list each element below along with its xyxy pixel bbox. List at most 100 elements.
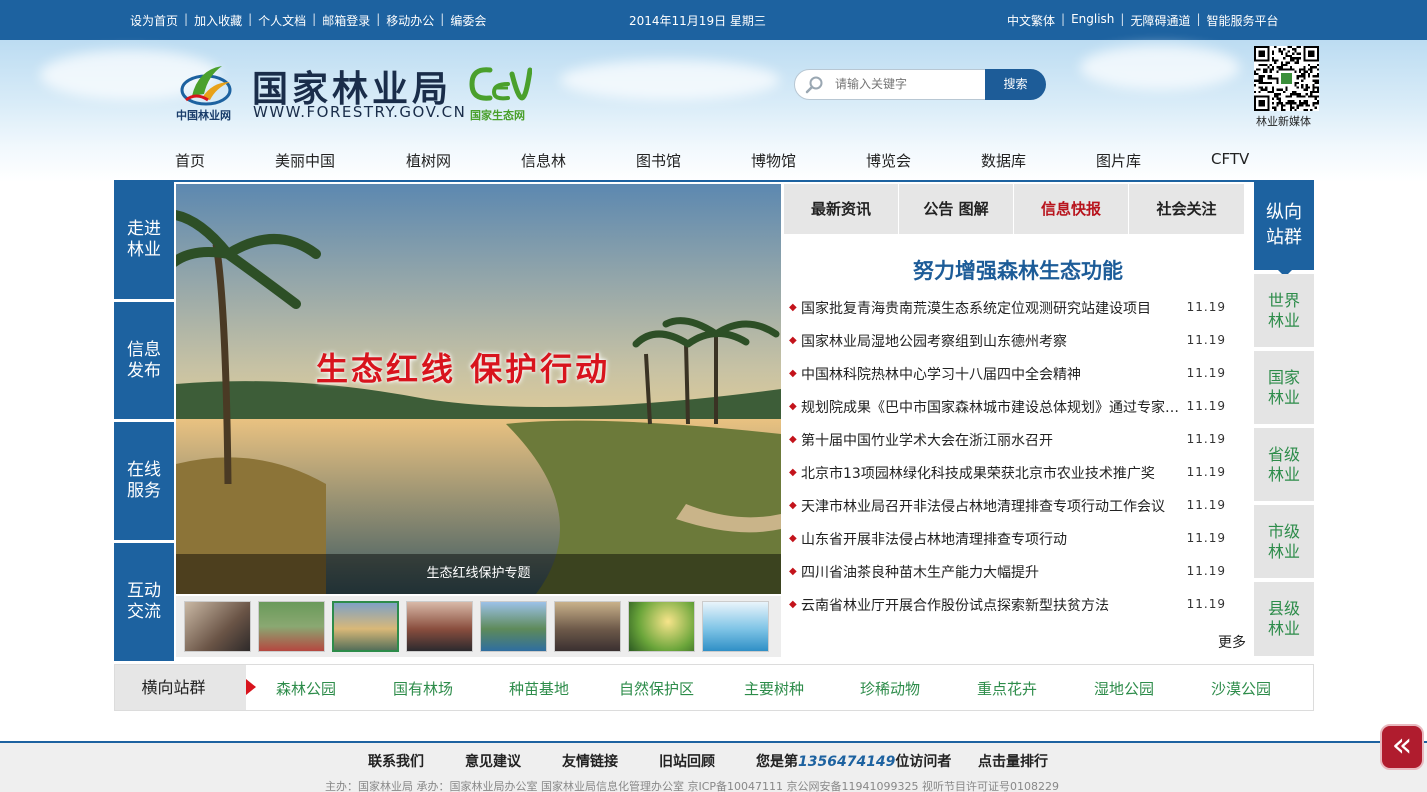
left-menu-info-release[interactable]: 信息发布 bbox=[114, 302, 174, 419]
separator: | bbox=[1061, 12, 1066, 26]
station-key-flowers[interactable]: 重点花卉 bbox=[977, 678, 1037, 699]
right-menu-national-forestry[interactable]: 国家林业 bbox=[1254, 351, 1314, 424]
link-traditional-chinese[interactable]: 中文繁体 bbox=[1007, 12, 1055, 29]
nav-database[interactable]: 数据库 bbox=[981, 150, 1026, 171]
tab-notices[interactable]: 公告 图解 bbox=[899, 184, 1014, 234]
right-menu-label: 县级林业 bbox=[1267, 599, 1300, 638]
news-item[interactable]: ◆ 规划院成果《巴中市国家森林城市建设总体规划》通过专家评审 11.19 bbox=[788, 397, 1238, 421]
tab-info-bulletin[interactable]: 信息快报 bbox=[1014, 184, 1129, 234]
station-desert-park[interactable]: 沙漠公园 bbox=[1211, 678, 1271, 699]
news-item-date: 11.19 bbox=[1186, 333, 1226, 347]
search-box[interactable] bbox=[794, 69, 988, 100]
news-item[interactable]: ◆ 云南省林业厅开展合作股份试点探索新型扶贫方法 11.19 bbox=[788, 595, 1238, 619]
more-link[interactable]: 更多 bbox=[1218, 632, 1246, 652]
link-editorial[interactable]: 编委会 bbox=[450, 12, 486, 29]
news-item[interactable]: ◆ 四川省油茶良种苗木生产能力大幅提升 11.19 bbox=[788, 562, 1238, 586]
tab-social-focus[interactable]: 社会关注 bbox=[1129, 184, 1244, 234]
news-item[interactable]: ◆ 国家林业局湿地公园考察组到山东德州考察 11.19 bbox=[788, 331, 1238, 355]
station-wetland-park[interactable]: 湿地公园 bbox=[1094, 678, 1154, 699]
station-seedling-base[interactable]: 种苗基地 bbox=[509, 678, 569, 699]
link-personal-docs[interactable]: 个人文档 bbox=[258, 12, 306, 29]
link-mobile-office[interactable]: 移动办公 bbox=[386, 12, 434, 29]
footer-links: 联系我们 意见建议 友情链接 旧站回顾 您是第1356474149位访问者 点击… bbox=[0, 751, 1427, 773]
news-item[interactable]: ◆ 北京市13项园林绿化科技成果荣获北京市农业技术推广奖 11.19 bbox=[788, 463, 1238, 487]
nav-home[interactable]: 首页 bbox=[175, 150, 205, 171]
thumbnail[interactable] bbox=[184, 601, 251, 652]
search-input[interactable] bbox=[835, 77, 975, 91]
station-forest-park[interactable]: 森林公园 bbox=[276, 678, 336, 699]
footer-contact-link[interactable]: 联系我们 bbox=[368, 751, 424, 771]
news-item-title: 第十届中国竹业学术大会在浙江丽水召开 bbox=[801, 433, 1053, 449]
forestry-emblem-icon[interactable] bbox=[178, 60, 234, 108]
search-button[interactable]: 搜索 bbox=[985, 69, 1046, 100]
link-add-favorite[interactable]: 加入收藏 bbox=[194, 12, 242, 29]
station-main-tree-species[interactable]: 主要树种 bbox=[744, 678, 804, 699]
qr-code-icon[interactable] bbox=[1254, 46, 1319, 111]
link-mail-login[interactable]: 邮箱登录 bbox=[322, 12, 370, 29]
link-english[interactable]: English bbox=[1071, 12, 1114, 29]
search-icon bbox=[805, 76, 823, 94]
station-nature-reserve[interactable]: 自然保护区 bbox=[619, 678, 694, 699]
news-item-title: 中国林科院热林中心学习十八届四中全会精神 bbox=[801, 367, 1081, 383]
nav-tree-planting[interactable]: 植树网 bbox=[406, 150, 451, 171]
news-item[interactable]: ◆ 山东省开展非法侵占林地清理排查专项行动 11.19 bbox=[788, 529, 1238, 553]
thumbnail[interactable] bbox=[554, 601, 621, 652]
news-headline[interactable]: 努力增强森林生态功能 bbox=[784, 255, 1252, 285]
right-menu-county-forestry[interactable]: 县级林业 bbox=[1254, 582, 1314, 656]
news-item[interactable]: ◆ 第十届中国竹业学术大会在浙江丽水召开 11.19 bbox=[788, 430, 1238, 454]
station-state-forest-farm[interactable]: 国有林场 bbox=[393, 678, 453, 699]
left-menu-interaction[interactable]: 互动交流 bbox=[114, 543, 174, 661]
news-item-title: 北京市13项园林绿化科技成果荣获北京市农业技术推广奖 bbox=[801, 466, 1155, 482]
right-menu-head-label: 纵向站群 bbox=[1266, 202, 1302, 248]
nav-expo[interactable]: 博览会 bbox=[866, 150, 911, 171]
thumbnail-active[interactable] bbox=[332, 601, 399, 652]
double-chevron-left-icon[interactable]: « bbox=[1380, 724, 1424, 770]
news-item-title: 云南省林业厅开展合作股份试点探索新型扶贫方法 bbox=[801, 598, 1109, 614]
news-item-date: 11.19 bbox=[1186, 531, 1226, 545]
news-item-date: 11.19 bbox=[1186, 564, 1226, 578]
link-accessibility[interactable]: 无障碍通道 bbox=[1130, 12, 1190, 29]
hero-slider[interactable]: 生态红线 保护行动 生态红线保护专题 bbox=[176, 184, 781, 594]
footer-ranking-link[interactable]: 点击量排行 bbox=[978, 751, 1048, 771]
news-item[interactable]: ◆ 国家批复青海贵南荒漠生态系统定位观测研究站建设项目 11.19 bbox=[788, 298, 1238, 322]
slide-caption[interactable]: 生态红线保护专题 bbox=[176, 554, 781, 594]
right-menu-label: 市级林业 bbox=[1267, 521, 1300, 561]
bullet-icon: ◆ bbox=[789, 599, 797, 610]
nav-gallery[interactable]: 图片库 bbox=[1096, 150, 1141, 171]
footer-old-site-link[interactable]: 旧站回顾 bbox=[659, 751, 715, 771]
news-item-date: 11.19 bbox=[1186, 498, 1226, 512]
left-menu-about-forestry[interactable]: 走进林业 bbox=[114, 180, 174, 299]
bullet-icon: ◆ bbox=[789, 335, 797, 346]
station-rare-animals[interactable]: 珍稀动物 bbox=[860, 678, 920, 699]
footer-friend-links[interactable]: 友情链接 bbox=[562, 751, 618, 771]
right-menu-city-forestry[interactable]: 市级林业 bbox=[1254, 505, 1314, 578]
left-menu-online-service[interactable]: 在线服务 bbox=[114, 422, 174, 540]
news-item-title: 天津市林业局召开非法侵占林地清理排查专项行动工作会议 bbox=[801, 499, 1165, 515]
nav-museum[interactable]: 博物馆 bbox=[751, 150, 796, 171]
link-smart-service[interactable]: 智能服务平台 bbox=[1207, 12, 1279, 29]
slider-thumbnails bbox=[176, 596, 781, 657]
nav-beautiful-china[interactable]: 美丽中国 bbox=[275, 150, 335, 171]
news-item[interactable]: ◆ 中国林科院热林中心学习十八届四中全会精神 11.19 bbox=[788, 364, 1238, 388]
bullet-icon: ◆ bbox=[789, 368, 797, 379]
cen-logo-text: 国家生态网 bbox=[470, 109, 525, 122]
right-menu-provincial-forestry[interactable]: 省级林业 bbox=[1254, 428, 1314, 501]
link-set-homepage[interactable]: 设为首页 bbox=[130, 12, 178, 29]
nav-cftv[interactable]: CFTV bbox=[1211, 150, 1249, 168]
tab-latest-news[interactable]: 最新资讯 bbox=[784, 184, 899, 234]
thumbnail[interactable] bbox=[480, 601, 547, 652]
thumbnail[interactable] bbox=[258, 601, 325, 652]
news-item[interactable]: ◆ 天津市林业局召开非法侵占林地清理排查专项行动工作会议 11.19 bbox=[788, 496, 1238, 520]
separator: | bbox=[184, 12, 189, 26]
nav-library[interactable]: 图书馆 bbox=[636, 150, 681, 171]
thumbnail[interactable] bbox=[628, 601, 695, 652]
thumbnail[interactable] bbox=[702, 601, 769, 652]
thumbnail[interactable] bbox=[406, 601, 473, 652]
footer-feedback-link[interactable]: 意见建议 bbox=[465, 751, 521, 771]
nav-info-forest[interactable]: 信息林 bbox=[521, 150, 566, 171]
right-menu-world-forestry[interactable]: 世界林业 bbox=[1254, 274, 1314, 347]
news-item-date: 11.19 bbox=[1186, 432, 1226, 446]
cen-logo-icon[interactable] bbox=[468, 62, 532, 104]
top-right-links: 中文繁体 | English | 无障碍通道 | 智能服务平台 bbox=[1007, 12, 1279, 29]
news-item-title: 山东省开展非法侵占林地清理排查专项行动 bbox=[801, 532, 1067, 548]
